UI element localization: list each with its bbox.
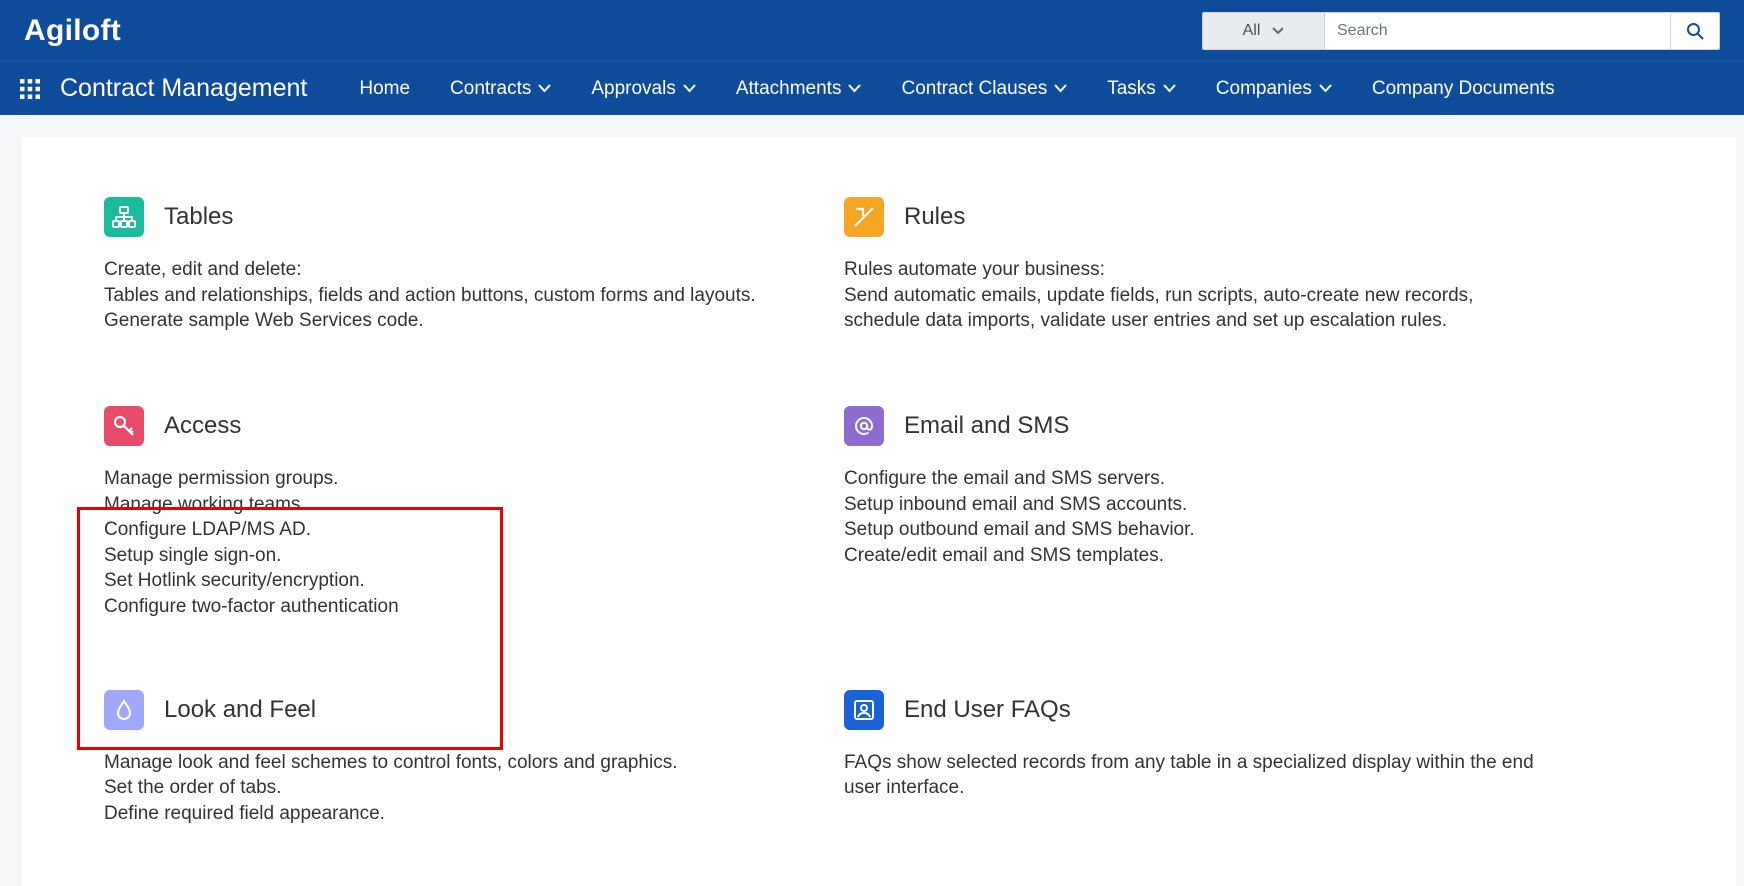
nav-item-approvals[interactable]: Approvals [575, 72, 712, 106]
card-title: Look and Feel [164, 696, 316, 724]
nav-label: Attachments [736, 78, 842, 100]
search-scope-select[interactable]: All [1202, 12, 1325, 50]
settings-panel: Tables Create, edit and delete: Tables a… [22, 137, 1736, 886]
nav-label: Home [359, 78, 410, 100]
card-description: Rules automate your business: Send autom… [844, 257, 1544, 334]
chevron-down-icon [1163, 84, 1176, 93]
chevron-down-icon [1272, 27, 1284, 35]
card-title: Email and SMS [904, 412, 1069, 440]
card-rules[interactable]: Rules Rules automate your business: Send… [844, 197, 1584, 334]
card-email-sms[interactable]: Email and SMS Configure the email and SM… [844, 406, 1584, 620]
card-tables[interactable]: Tables Create, edit and delete: Tables a… [104, 197, 844, 334]
tables-icon [104, 197, 144, 237]
nav-label: Tasks [1107, 78, 1156, 100]
search-bar: All [1202, 12, 1720, 50]
card-description: Create, edit and delete: Tables and rela… [104, 257, 804, 334]
chevron-down-icon [1319, 84, 1332, 93]
workspace-title: Contract Management [60, 74, 307, 103]
nav-label: Contract Clauses [901, 78, 1047, 100]
top-bar: Agiloft All [0, 0, 1744, 61]
card-access[interactable]: Access Manage permission groups. Manage … [104, 406, 844, 620]
key-icon [104, 406, 144, 446]
card-title: Rules [904, 203, 965, 231]
nav-item-company-documents[interactable]: Company Documents [1356, 72, 1555, 106]
search-button[interactable] [1671, 12, 1720, 50]
nav-label: Company Documents [1372, 78, 1555, 100]
nav-item-companies[interactable]: Companies [1200, 72, 1348, 106]
card-description: Manage look and feel schemes to control … [104, 750, 804, 827]
rules-icon [844, 197, 884, 237]
chevron-down-icon [683, 84, 696, 93]
search-input[interactable] [1325, 12, 1671, 50]
search-icon [1686, 22, 1704, 40]
nav-item-home[interactable]: Home [343, 72, 426, 106]
card-description: FAQs show selected records from any tabl… [844, 750, 1544, 801]
nav-bar: Contract Management Home Contracts Appro… [0, 61, 1744, 115]
card-end-user-faqs[interactable]: End User FAQs FAQs show selected records… [844, 690, 1584, 827]
card-description: Manage permission groups. Manage working… [104, 466, 804, 620]
chevron-down-icon [538, 84, 551, 93]
user-card-icon [844, 690, 884, 730]
at-sign-icon [844, 406, 884, 446]
nav-label: Companies [1216, 78, 1312, 100]
nav-label: Contracts [450, 78, 531, 100]
nav-item-contract-clauses[interactable]: Contract Clauses [885, 72, 1083, 106]
nav-label: Approvals [591, 78, 676, 100]
brand-logo: Agiloft [24, 14, 121, 48]
nav-item-contracts[interactable]: Contracts [434, 72, 567, 106]
chevron-down-icon [1054, 84, 1067, 93]
stage: Tables Create, edit and delete: Tables a… [0, 115, 1744, 886]
chevron-down-icon [848, 84, 861, 93]
grid-icon [19, 78, 41, 100]
card-look-and-feel[interactable]: Look and Feel Manage look and feel schem… [104, 690, 844, 827]
droplet-icon [104, 690, 144, 730]
card-title: Tables [164, 203, 233, 231]
card-title: End User FAQs [904, 696, 1071, 724]
search-scope-label: All [1243, 22, 1261, 40]
card-title: Access [164, 412, 241, 440]
nav-item-attachments[interactable]: Attachments [720, 72, 878, 106]
card-description: Configure the email and SMS servers. Set… [844, 466, 1544, 569]
app-launcher-button[interactable] [16, 75, 44, 103]
nav-item-tasks[interactable]: Tasks [1091, 72, 1192, 106]
